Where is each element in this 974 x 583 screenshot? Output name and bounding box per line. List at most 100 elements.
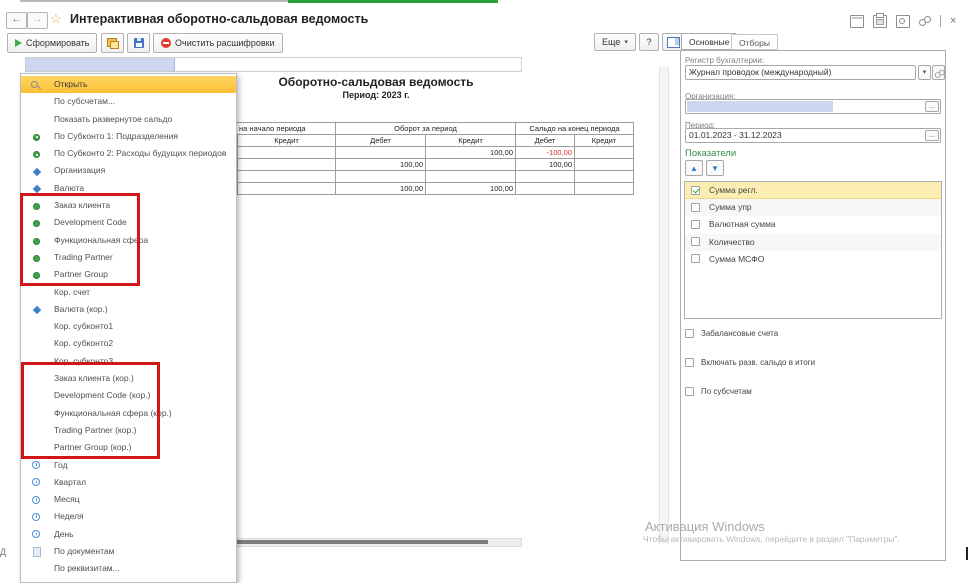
checkbox-icon[interactable] bbox=[691, 203, 700, 212]
menu-item-show-expanded-balance[interactable]: Показать развернутое сальдо bbox=[21, 111, 236, 128]
menu-item-corr-account[interactable]: Кор. счет bbox=[21, 284, 236, 301]
back-button[interactable]: ← bbox=[6, 12, 27, 29]
checkbox-icon[interactable] bbox=[685, 329, 694, 338]
save-settings-button[interactable] bbox=[127, 33, 150, 53]
menu-item-subkonto1[interactable]: По Субконто 1: Подразделения bbox=[21, 128, 236, 145]
report-cell[interactable] bbox=[238, 171, 336, 183]
print-icon[interactable] bbox=[873, 15, 887, 28]
link-icon[interactable] bbox=[919, 16, 931, 27]
report-cell[interactable] bbox=[336, 171, 426, 183]
report-cell[interactable] bbox=[575, 183, 634, 195]
report-cell[interactable]: 100,00 bbox=[516, 159, 575, 171]
col-header-credit: Кредит bbox=[426, 135, 516, 147]
menu-item-by-documents[interactable]: По документам bbox=[21, 543, 236, 560]
list-item[interactable]: Количество bbox=[685, 234, 941, 251]
period-ellipsis-button[interactable]: ... bbox=[925, 130, 939, 141]
report-cell[interactable]: 100,00 bbox=[426, 147, 516, 159]
menu-item-currency-corr[interactable]: Валюта (кор.) bbox=[21, 301, 236, 318]
list-item[interactable]: Сумма МСФО bbox=[685, 251, 941, 268]
magnifier-icon bbox=[31, 81, 41, 91]
menu-item-by-attributes[interactable]: По реквизитам... bbox=[21, 560, 236, 577]
report-cell[interactable]: 100,00 bbox=[336, 183, 426, 195]
menu-item-subkonto2[interactable]: По Субконто 2: Расходы будущих периодов bbox=[21, 145, 236, 162]
list-item[interactable]: Валютная сумма bbox=[685, 216, 941, 233]
help-button[interactable]: ? bbox=[639, 33, 659, 51]
clock-icon bbox=[32, 496, 40, 504]
checkbox-icon[interactable] bbox=[691, 254, 700, 263]
panel-icon bbox=[667, 37, 680, 48]
chevron-down-icon: ▾ bbox=[624, 38, 628, 46]
option-include-expanded-balance[interactable]: Включать разв. сальдо в итоги bbox=[685, 356, 951, 370]
indicators-title: Показатели bbox=[685, 148, 736, 159]
menu-item-year[interactable]: Год bbox=[21, 457, 236, 474]
preview-icon[interactable] bbox=[896, 15, 910, 28]
clear-decryption-button[interactable]: Очистить расшифровки bbox=[153, 33, 283, 53]
horizontal-scrollbar-thumb[interactable] bbox=[232, 540, 488, 544]
menu-item-corr-subkonto2[interactable]: Кор. субконто2 bbox=[21, 335, 236, 352]
windows-activation-watermark: Активация Windows bbox=[645, 519, 765, 534]
subkonto-icon bbox=[33, 151, 40, 158]
option-offbalance-accounts[interactable]: Забалансовые счета bbox=[685, 327, 951, 341]
horizontal-scrollbar[interactable] bbox=[230, 538, 522, 547]
icon-divider bbox=[940, 15, 941, 27]
report-cell[interactable] bbox=[516, 183, 575, 195]
menu-item-week[interactable]: Неделя bbox=[21, 508, 236, 525]
chevron-down-icon: ▾ bbox=[923, 69, 927, 76]
vertical-scrollbar[interactable] bbox=[659, 66, 669, 544]
top-progress-line bbox=[20, 0, 288, 2]
checkbox-checked-icon[interactable] bbox=[691, 186, 700, 195]
report-cell[interactable] bbox=[426, 159, 516, 171]
list-item[interactable]: Сумма регл. bbox=[685, 182, 941, 199]
close-icon[interactable]: × bbox=[950, 15, 960, 27]
option-by-subaccounts[interactable]: По субсчетам bbox=[685, 385, 951, 399]
report-cell[interactable] bbox=[516, 171, 575, 183]
menu-item-quarter[interactable]: Квартал bbox=[21, 474, 236, 491]
settings-panel: Регистр бухгалтерии: Журнал проводок (ме… bbox=[680, 50, 946, 561]
report-cell[interactable]: 100,00 bbox=[336, 159, 426, 171]
menu-item-by-subaccounts[interactable]: По субсчетам... bbox=[21, 93, 236, 110]
menu-item-month[interactable]: Месяц bbox=[21, 491, 236, 508]
register-link-button[interactable] bbox=[932, 65, 945, 80]
register-combo[interactable]: Журнал проводок (международный) bbox=[685, 65, 916, 80]
register-dropdown-button[interactable]: ▾ bbox=[918, 65, 931, 80]
subkonto-icon bbox=[33, 134, 40, 141]
forward-button[interactable]: → bbox=[27, 12, 48, 29]
period-field[interactable]: 01.01.2023 - 31.12.2023 bbox=[685, 128, 941, 143]
report-cell[interactable] bbox=[238, 147, 336, 159]
report-cell[interactable] bbox=[575, 159, 634, 171]
report-settings-button[interactable] bbox=[101, 33, 124, 53]
menu-item-open[interactable]: Открыть bbox=[21, 76, 236, 93]
generate-button[interactable]: Сформировать bbox=[7, 33, 97, 53]
tab-filters[interactable]: Отборы bbox=[731, 34, 778, 50]
store-window-icon[interactable] bbox=[850, 15, 864, 28]
report-cell[interactable] bbox=[575, 171, 634, 183]
report-cell[interactable]: 100,00 bbox=[426, 183, 516, 195]
checkbox-icon[interactable] bbox=[685, 387, 694, 396]
checkbox-icon[interactable] bbox=[685, 358, 694, 367]
report-cell[interactable]: -100,00 bbox=[516, 147, 575, 159]
report-cell[interactable] bbox=[575, 147, 634, 159]
report-cell[interactable] bbox=[238, 159, 336, 171]
col-header-credit: Кредит bbox=[575, 135, 634, 147]
menu-item-day[interactable]: День bbox=[21, 526, 236, 543]
report-cell[interactable] bbox=[426, 171, 516, 183]
more-button[interactable]: Еще ▾ bbox=[594, 33, 636, 51]
organization-field[interactable] bbox=[685, 99, 941, 114]
col-header-credit: Кредит bbox=[238, 135, 336, 147]
report-cell[interactable] bbox=[238, 183, 336, 195]
clock-icon bbox=[32, 461, 40, 469]
tab-main[interactable]: Основные bbox=[681, 33, 737, 50]
move-up-button[interactable]: ▲ bbox=[685, 160, 703, 176]
checkbox-icon[interactable] bbox=[691, 220, 700, 229]
context-menu: Открыть По субсчетам... Показать разверн… bbox=[20, 73, 237, 583]
checkbox-icon[interactable] bbox=[691, 237, 700, 246]
account-filter-field[interactable] bbox=[25, 57, 522, 72]
menu-item-corr-subkonto1[interactable]: Кор. субконто1 bbox=[21, 318, 236, 335]
menu-item-organization[interactable]: Организация bbox=[21, 162, 236, 179]
windows-activation-watermark-subtext: Чтобы активировать Windows, перейдите в … bbox=[643, 534, 900, 544]
report-cell[interactable] bbox=[336, 147, 426, 159]
organization-ellipsis-button[interactable]: ... bbox=[925, 101, 939, 112]
move-down-button[interactable]: ▼ bbox=[706, 160, 724, 176]
list-item[interactable]: Сумма упр bbox=[685, 199, 941, 216]
favorite-star-icon[interactable]: ☆ bbox=[50, 12, 62, 26]
